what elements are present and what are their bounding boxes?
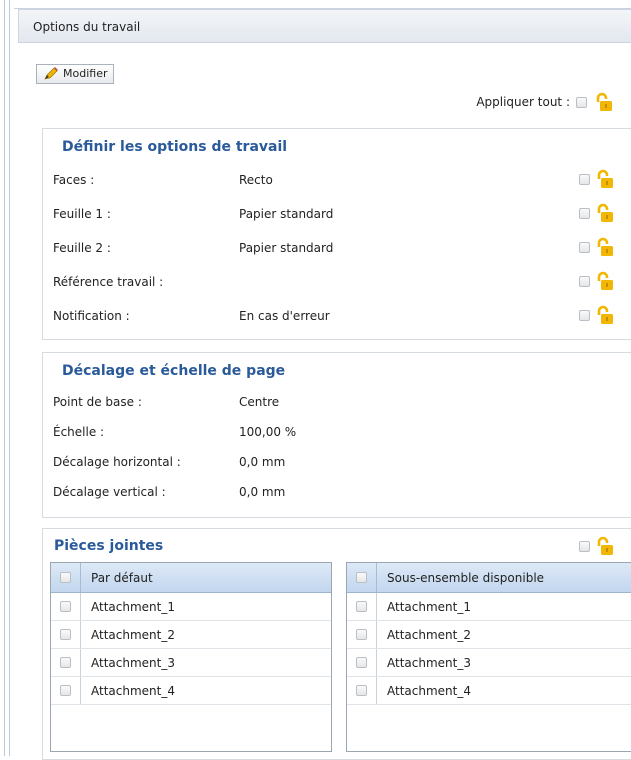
panel-header: Options du travail [18,9,631,43]
pencil-icon [43,67,59,81]
option-checkbox[interactable] [579,207,590,219]
option-checkbox[interactable] [579,241,590,253]
item-checkbox[interactable] [356,657,367,668]
shift-value: Centre [239,395,280,409]
option-value: Papier standard [239,207,334,221]
page-shift-title: Décalage et échelle de page [62,363,286,379]
job-options-title: Définir les options de travail [62,139,288,155]
attachments-lock-control [579,536,614,556]
list-item[interactable]: Attachment_1 [347,593,631,621]
option-label: Faces : [53,173,95,187]
edit-button-label: Modifier [63,67,108,80]
item-label: Attachment_1 [91,599,175,614]
list-header-label: Par défaut [91,570,153,585]
item-checkbox[interactable] [356,601,367,612]
shift-value: 0,0 mm [239,485,286,499]
apply-all-label: Appliquer tout : [476,95,570,109]
rail-line [9,0,10,756]
list-header-label: Sous-ensemble disponible [387,570,545,585]
shift-label: Décalage vertical : [53,485,166,499]
option-label: Référence travail : [53,275,164,289]
option-value: Recto [239,173,273,187]
unlocked-padlock-icon[interactable] [594,271,614,291]
shift-row-vertical: Décalage vertical : 0,0 mm [53,481,631,505]
option-row-faces: Faces : Recto [53,169,631,193]
list-item[interactable]: Attachment_1 [51,593,331,621]
option-row-sheet-2: Feuille 2 : Papier standard [53,237,631,261]
item-checkbox[interactable] [356,685,367,696]
shift-row-horizontal: Décalage horizontal : 0,0 mm [53,451,631,475]
item-label: Attachment_1 [387,599,471,614]
list-item[interactable]: Attachment_2 [347,621,631,649]
shift-label: Décalage horizontal : [53,455,181,469]
option-row-sheet-1: Feuille 1 : Papier standard [53,203,631,227]
edit-button[interactable]: Modifier [36,64,115,84]
item-checkbox[interactable] [60,601,71,612]
default-attachments-list[interactable]: Par défaut Attachment_1 Attachment_2 Att… [50,562,332,752]
item-checkbox[interactable] [60,629,71,640]
list-header: Par défaut [51,563,331,593]
rail-line [4,0,5,756]
unlocked-padlock-icon[interactable] [594,305,614,325]
option-value: En cas d'erreur [239,309,330,323]
unlocked-padlock-icon[interactable] [594,203,614,223]
item-checkbox[interactable] [60,657,71,668]
left-rail [0,0,14,756]
available-subset-list[interactable]: Sous-ensemble disponible Attachment_1 At… [346,562,631,752]
page-shift-section: Décalage et échelle de page Point de bas… [42,352,631,518]
unlocked-padlock-icon[interactable] [594,169,614,189]
option-row-notification: Notification : En cas d'erreur [53,305,631,329]
shift-value: 100,00 % [239,425,297,439]
item-label: Attachment_3 [91,655,175,670]
option-row-job-reference: Référence travail : [53,271,631,295]
shift-row-base-point: Point de base : Centre [53,391,631,415]
list-item[interactable]: Attachment_3 [347,649,631,677]
option-label: Notification : [53,309,130,323]
option-checkbox[interactable] [579,309,590,321]
item-checkbox[interactable] [356,629,367,640]
job-options-section: Définir les options de travail Faces : R… [42,128,631,340]
unlocked-padlock-icon[interactable] [594,237,614,257]
apply-all-checkbox[interactable] [576,96,587,108]
select-all-checkbox[interactable] [60,572,71,583]
item-label: Attachment_3 [387,655,471,670]
unlocked-padlock-icon[interactable] [593,92,613,112]
list-item[interactable]: Attachment_4 [51,677,331,705]
shift-label: Échelle : [53,425,105,439]
option-label: Feuille 1 : [53,207,111,221]
select-all-checkbox[interactable] [356,572,367,583]
list-item[interactable]: Attachment_2 [51,621,331,649]
item-label: Attachment_4 [91,683,175,698]
item-label: Attachment_2 [387,627,471,642]
option-label: Feuille 2 : [53,241,111,255]
option-checkbox[interactable] [579,173,590,185]
shift-label: Point de base : [53,395,142,409]
option-value: Papier standard [239,241,334,255]
list-item[interactable]: Attachment_4 [347,677,631,705]
list-header: Sous-ensemble disponible [347,563,631,593]
list-item[interactable]: Attachment_3 [51,649,331,677]
option-checkbox[interactable] [579,275,590,287]
shift-value: 0,0 mm [239,455,286,469]
item-label: Attachment_2 [91,627,175,642]
item-checkbox[interactable] [60,685,71,696]
attachments-checkbox[interactable] [579,540,590,552]
panel-title: Options du travail [33,20,141,34]
unlocked-padlock-icon[interactable] [594,536,614,556]
attachments-title: Pièces jointes [54,538,164,554]
item-label: Attachment_4 [387,683,471,698]
shift-row-scale: Échelle : 100,00 % [53,421,631,445]
apply-all: Appliquer tout : [476,92,613,112]
